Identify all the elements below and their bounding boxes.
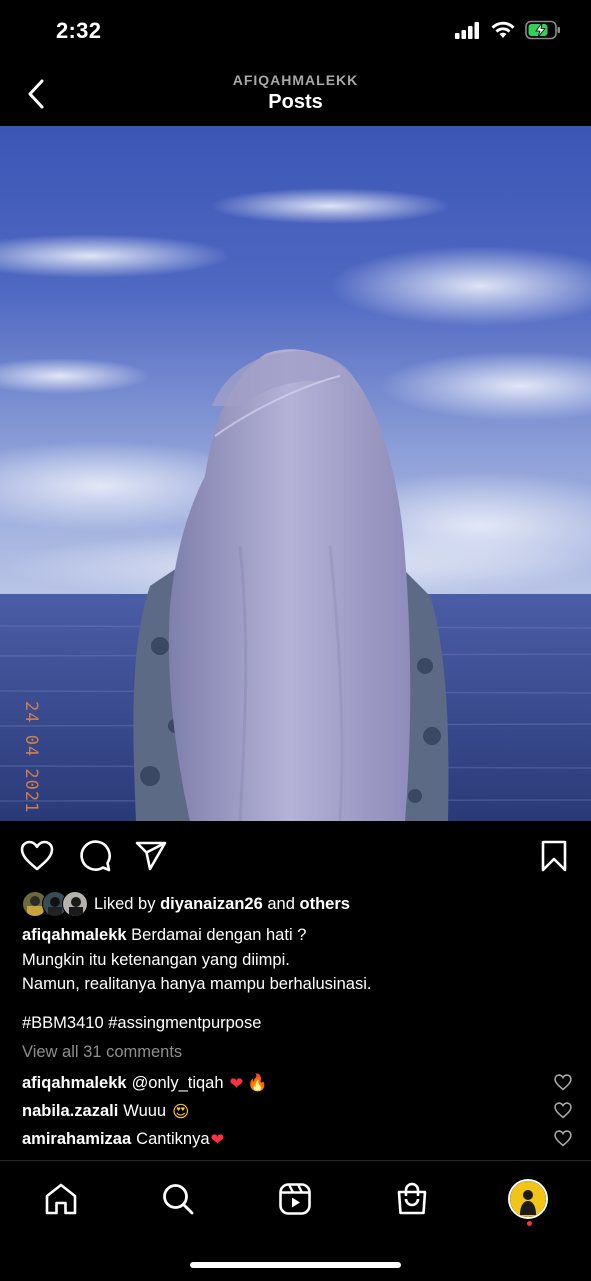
comment-text: Cantiknya — [136, 1129, 210, 1148]
battery-charging-icon — [525, 20, 561, 45]
likes-others-link[interactable]: others — [300, 895, 350, 913]
heart-outline-icon — [554, 1102, 572, 1119]
page-title: Posts — [268, 91, 323, 113]
status-bar: 2:32 — [0, 0, 591, 64]
heart-eyes-emoji: 😍 — [172, 1101, 190, 1121]
tab-shop[interactable] — [392, 1179, 432, 1219]
status-time: 2:32 — [56, 18, 102, 43]
profile-notification-dot — [527, 1221, 532, 1226]
tab-home[interactable] — [41, 1179, 81, 1219]
share-button[interactable] — [133, 838, 169, 874]
post-caption: afiqahmalekk Berdamai dengan hati ? Mung… — [22, 923, 572, 997]
shop-icon — [397, 1182, 427, 1215]
like-button[interactable] — [19, 838, 55, 874]
tab-profile[interactable] — [508, 1179, 548, 1219]
home-icon — [45, 1183, 77, 1215]
likes-row[interactable]: Liked by diyanaizan26 and others — [22, 890, 350, 918]
liker-avatar — [62, 891, 88, 917]
fire-emoji: 🔥 — [247, 1073, 268, 1092]
paper-plane-icon — [135, 841, 167, 871]
status-icons — [455, 20, 561, 45]
profile-avatar — [508, 1179, 548, 1219]
likes-prefix: Liked by — [94, 894, 156, 913]
nav-header: AFIQAHMALEKK Posts — [0, 64, 591, 126]
caption-line: Berdamai dengan hati ? — [131, 926, 307, 944]
photo-date-stamp: 24 04 2021 — [21, 701, 41, 813]
comment-username[interactable]: nabila.zazali — [22, 1102, 118, 1121]
tab-search[interactable] — [158, 1179, 198, 1219]
save-button[interactable] — [536, 838, 572, 874]
caption-hashtags[interactable]: #BBM3410 #assingmentpurpose — [22, 1014, 261, 1033]
red-heart-emoji: ❤ — [229, 1073, 244, 1093]
reels-icon — [279, 1183, 311, 1215]
comment-like-button[interactable] — [554, 1102, 572, 1120]
comment-button[interactable] — [77, 838, 113, 874]
comment-like-button[interactable] — [554, 1130, 572, 1148]
comment-text: Wuuu — [123, 1101, 167, 1120]
wifi-icon — [491, 21, 515, 44]
tab-reels[interactable] — [275, 1179, 315, 1219]
liker-username[interactable]: diyanaizan26 — [160, 895, 263, 913]
comment-bubble-icon — [80, 840, 111, 872]
caption-line: Namun, realitanya hanya mampu berhalusin… — [22, 975, 372, 993]
comment-like-button[interactable] — [554, 1074, 572, 1092]
view-all-comments-link[interactable]: View all 31 comments — [22, 1043, 182, 1062]
comment-row: amirahamizaa Cantiknya ❤ — [22, 1126, 572, 1152]
post-action-bar — [0, 830, 591, 882]
red-heart-emoji: ❤ — [210, 1129, 225, 1149]
comment-username[interactable]: afiqahmalekk — [22, 1074, 127, 1093]
likes-summary[interactable]: Liked by diyanaizan26 and others — [94, 895, 350, 914]
post-photo[interactable]: 24 04 2021 — [0, 126, 591, 821]
caption-line: Mungkin itu ketenangan yang diimpi. — [22, 950, 290, 969]
caption-author[interactable]: afiqahmalekk — [22, 926, 127, 944]
liker-avatars — [22, 890, 88, 918]
likes-joiner: and — [267, 894, 295, 913]
home-indicator[interactable] — [190, 1262, 401, 1268]
search-icon — [163, 1184, 194, 1215]
heart-outline-icon — [20, 840, 54, 871]
date-stamp-text: 24 04 2021 — [21, 701, 41, 814]
comment-username[interactable]: amirahamizaa — [22, 1130, 131, 1149]
cellular-signal-icon — [455, 21, 481, 44]
header-username[interactable]: AFIQAHMALEKK — [0, 72, 591, 88]
heart-outline-icon — [554, 1130, 572, 1147]
comment-row: afiqahmalekk @only_tiqah ❤ 🔥 — [22, 1070, 572, 1096]
comment-text: @only_tiqah — [131, 1073, 224, 1092]
comment-row: nabila.zazali Wuuu 😍 — [22, 1098, 572, 1124]
bookmark-outline-icon — [541, 840, 567, 872]
heart-outline-icon — [554, 1074, 572, 1091]
